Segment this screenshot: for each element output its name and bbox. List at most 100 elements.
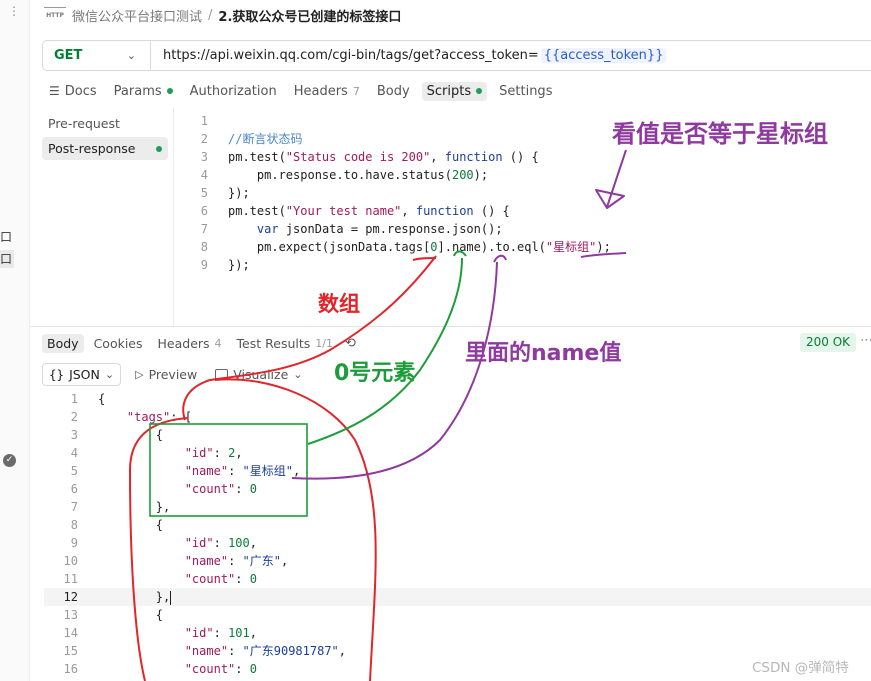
code-token: pm.expect(jsonData.tags[ <box>228 240 431 254</box>
format-label: JSON <box>69 366 100 382</box>
preview-label: Preview <box>148 366 198 382</box>
json-punct <box>98 572 185 586</box>
json-punct: : <box>235 482 243 496</box>
tab-count: 7 <box>352 84 360 98</box>
json-punct <box>235 464 242 478</box>
code-token: pm.test( <box>228 150 286 164</box>
line-number: 12 <box>63 590 78 604</box>
json-punct: { <box>98 608 164 622</box>
format-select[interactable]: {} JSON ⌄ <box>42 362 122 386</box>
tab-body[interactable]: Body <box>372 82 415 101</box>
json-line: 3 { <box>44 426 871 444</box>
watermark: CSDN @弹简特 <box>752 660 849 676</box>
json-line: 14 "id": 101, <box>44 624 871 642</box>
code-token: "星标组" <box>545 240 597 254</box>
line-number: 3 <box>70 428 78 442</box>
json-line: 8 { <box>44 516 871 534</box>
line-number: 7 <box>200 222 208 236</box>
code-line: 8 pm.expect(jsonData.tags[0].name).to.eq… <box>180 238 740 256</box>
code-line: 5}); <box>180 184 740 202</box>
code-text: }); <box>228 256 250 274</box>
json-line: 15 "name": "广东90981787", <box>44 642 871 660</box>
json-line: 13 { <box>44 606 871 624</box>
json-text: "id": 100, <box>98 534 257 552</box>
json-punct: [ <box>177 410 192 424</box>
response-tab-body[interactable]: Body <box>42 333 84 353</box>
json-punct <box>243 482 250 496</box>
line-number: 3 <box>200 150 208 164</box>
tab-label: Headers <box>293 83 348 99</box>
sidebar-item-pre-request[interactable]: Pre-request <box>42 112 168 135</box>
response-tab-headers[interactable]: Headers 4 <box>153 334 227 353</box>
code-token: ); <box>473 168 489 182</box>
json-viewer[interactable]: 1{2 "tags": [3 {4 "id": 2, 5 "name": "星标组… <box>44 390 871 678</box>
code-text: //断言状态码 <box>228 130 302 148</box>
sidebar-item-post-response[interactable]: Post-response <box>42 137 168 160</box>
visualize-button[interactable]: Visualize ⌄ <box>211 367 306 382</box>
line-number: 7 <box>70 500 78 514</box>
response-toolbar: {} JSON ⌄ ▷ Preview Visualize ⌄ <box>42 362 307 386</box>
breadcrumb-current[interactable]: 2.获取公众号已创建的标签接口 <box>218 6 401 25</box>
url-input[interactable]: https://api.weixin.qq.com/cgi-bin/tags/g… <box>151 48 667 63</box>
code-line: 3 pm.test("Status code is 200", function … <box>180 148 740 166</box>
code-token: var <box>256 222 279 236</box>
json-punct: : <box>213 446 221 460</box>
tab-settings[interactable]: Settings <box>494 82 557 101</box>
tab-params[interactable]: Params <box>109 82 178 101</box>
json-punct <box>98 662 185 676</box>
more-icon[interactable]: ⋯ <box>860 333 871 348</box>
http-icon: HTTP <box>44 7 66 23</box>
tab-label: Params <box>113 83 162 99</box>
annotation-name-value: 里面的name值 <box>465 341 622 366</box>
line-number: 4 <box>70 446 78 460</box>
json-punct: : <box>170 410 178 424</box>
more-icon[interactable]: ⋮ <box>8 4 21 18</box>
json-line: 11 "count": 0 <box>44 570 871 588</box>
method-select[interactable]: GET ⌄ <box>43 41 151 70</box>
json-punct <box>221 446 228 460</box>
code-token: 200 <box>451 168 474 182</box>
text-cursor <box>170 590 172 605</box>
chevron-down-icon: ⌄ <box>293 367 303 381</box>
json-punct <box>235 554 242 568</box>
preview-button[interactable]: ▷ Preview <box>131 367 201 382</box>
line-number: 13 <box>63 608 78 622</box>
url-variable[interactable]: {{access_token}} <box>540 48 667 63</box>
tab-headers[interactable]: Headers 7 <box>289 82 365 101</box>
breadcrumb-parent[interactable]: 微信公众平台接口测试 <box>72 6 202 25</box>
json-line: 1{ <box>44 390 871 408</box>
tab-docs[interactable]: ☰ Docs <box>44 82 102 101</box>
line-number: 15 <box>63 644 78 658</box>
tab-label: Settings <box>499 83 553 99</box>
divider <box>30 326 871 327</box>
code-token: () { <box>473 204 510 218</box>
status-dot-icon <box>476 88 483 94</box>
json-punct <box>98 410 127 424</box>
json-punct: { <box>98 518 164 532</box>
tab-scripts[interactable]: Scripts <box>421 81 488 101</box>
response-tab-test-results[interactable]: Test Results 1/1 <box>232 334 338 353</box>
json-key: "id" <box>184 626 214 640</box>
sidebar-fragment-selected[interactable]: 口 <box>0 250 14 268</box>
divider <box>173 108 174 326</box>
history-icon[interactable]: ⟲ <box>345 336 356 351</box>
json-punct: , <box>280 554 289 568</box>
response-tab-cookies[interactable]: Cookies <box>89 334 148 353</box>
tab-authorization[interactable]: Authorization <box>185 82 282 101</box>
json-text: "id": 2, <box>98 444 243 462</box>
line-number: 5 <box>70 464 78 478</box>
code-token: , <box>430 150 445 164</box>
json-punct <box>98 644 185 658</box>
line-number: 9 <box>200 258 208 272</box>
tab-count: 1/1 <box>315 336 333 350</box>
json-text: "count": 0 <box>98 480 257 498</box>
json-punct <box>98 554 185 568</box>
sidebar-fragment[interactable]: 口 <box>0 228 14 246</box>
tab-label: Docs <box>64 83 97 99</box>
code-token: }); <box>228 258 250 272</box>
url-bar: GET ⌄ https://api.weixin.qq.com/cgi-bin/… <box>42 40 871 71</box>
json-punct: { <box>98 428 164 442</box>
breadcrumb: HTTP 微信公众平台接口测试 / 2.获取公众号已创建的标签接口 <box>44 4 401 26</box>
code-text: }); <box>228 184 250 202</box>
